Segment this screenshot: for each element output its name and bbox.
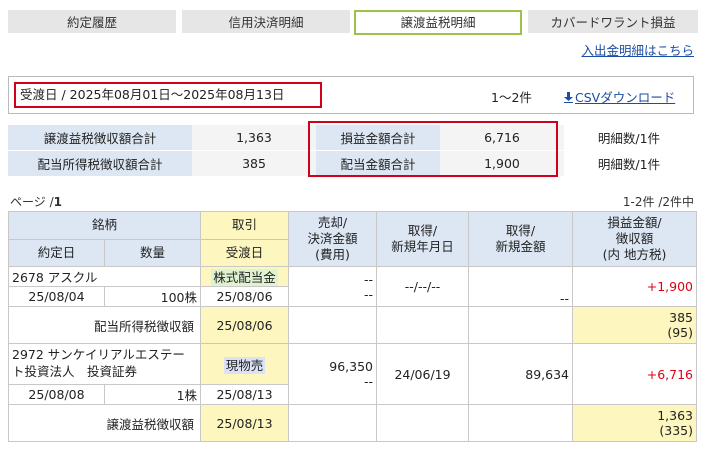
page-number: 1 — [53, 195, 62, 209]
tax-amount: 385 (95) — [572, 306, 698, 344]
header-acq-amount: 取得/新規金額 — [468, 211, 574, 267]
header-meigara: 銘柄 — [7, 211, 202, 240]
acq-date: --/--/-- — [376, 266, 470, 307]
csv-download-label: CSVダウンロード — [575, 90, 676, 105]
summary-detail-count: 明細数/1件 — [564, 150, 694, 177]
settle-date: 25/08/06 — [200, 286, 290, 307]
empty-cell — [376, 306, 470, 344]
tab-execution-history[interactable]: 約定履歴 — [8, 10, 176, 33]
empty-cell — [468, 404, 574, 442]
period-range: 受渡日 / 2025年08月01日～2025年08月13日 — [14, 82, 322, 108]
tab-bar: 約定履歴 信用決済明細 譲渡益税明細 カバードワラント損益 — [8, 10, 698, 35]
tax-date: 25/08/06 — [200, 306, 290, 344]
security-name: 2678 アスクル — [7, 266, 202, 287]
summary-label: 譲渡益税徴収額合計 — [8, 124, 192, 151]
trade-date: 25/08/08 — [8, 384, 105, 405]
profit-amount: +1,900 — [572, 266, 698, 307]
table-row: 2972 サンケイリアルエステー ト投資法人 投資証券 現物売 96,350 -- … — [7, 343, 698, 405]
header-settle-date: 受渡日 — [200, 239, 290, 267]
header-torihiki: 取引 — [200, 211, 290, 240]
table-row: 2678 アスクル 株式配当金 -- -- --/--/-- -- +1,900 — [7, 266, 698, 307]
header-line: 新規年月日 — [391, 239, 454, 254]
detail-table: 銘柄 取引 売却/決済金額 (費用) 取得/新規年月日 取得/新規金額 損益金額/… — [7, 211, 698, 442]
header-line: 決済金額 — [307, 230, 358, 246]
result-count: 1～2件 — [491, 90, 532, 105]
header-profit: 損益金額/徴収額 (内 地方税) — [572, 211, 698, 267]
download-arrow-icon — [564, 92, 573, 103]
trade-type: 株式配当金 — [200, 266, 290, 287]
header-acq-date: 取得/新規年月日 — [376, 211, 470, 267]
tax-row: 配当所得税徴収額 25/08/06 385 (95) — [7, 306, 698, 344]
tax-local-value: (95) — [667, 325, 694, 340]
tax-date: 25/08/13 — [200, 404, 290, 442]
quantity: 1株 — [103, 384, 202, 405]
header-line: 徴収額 — [615, 230, 654, 246]
acq-amount: 89,634 — [468, 343, 574, 405]
empty-cell — [376, 404, 470, 442]
tax-label: 配当所得税徴収額 — [7, 306, 202, 344]
trade-type: 現物売 — [200, 343, 290, 385]
security-name-line: 2972 サンケイリアルエステー — [12, 347, 185, 363]
header-line: 売却/ — [317, 214, 348, 230]
header-line: (内 地方税) — [602, 247, 667, 263]
tax-amount-value: 385 — [669, 310, 694, 325]
header-line: (費用) — [315, 247, 350, 263]
header-line: 取得/ — [407, 222, 438, 238]
empty-cell — [468, 306, 574, 344]
header-quantity: 数量 — [103, 239, 202, 267]
empty-cell — [288, 404, 378, 442]
highlight-box — [308, 121, 558, 177]
quantity: 100株 — [103, 286, 202, 307]
security-name: 2972 サンケイリアルエステー ト投資法人 投資証券 — [7, 343, 202, 385]
header-sale-amount: 売却/決済金額 (費用) — [288, 211, 378, 267]
trade-type-badge: 現物売 — [223, 356, 266, 374]
page-indicator: ページ /1 — [10, 193, 62, 210]
profit-amount: +6,716 — [572, 343, 698, 405]
sale-amount: -- -- — [288, 266, 378, 307]
tax-label: 譲渡益税徴収額 — [7, 404, 202, 442]
empty-cell — [288, 306, 378, 344]
tax-amount: 1,363 (335) — [572, 404, 698, 442]
tab-covered-warrant[interactable]: カバードワラント損益 — [528, 10, 698, 33]
acq-date: 24/06/19 — [376, 343, 470, 405]
summary-label: 配当所得税徴収額合計 — [8, 150, 192, 177]
deposit-history-link[interactable]: 入出金明細はこちら — [581, 40, 694, 59]
header-line: 損益金額/ — [607, 214, 662, 230]
tax-row: 譲渡益税徴収額 25/08/13 1,363 (335) — [7, 404, 698, 442]
summary-detail-count: 明細数/1件 — [564, 124, 694, 151]
sale-amount-value: 96,350 — [329, 359, 374, 374]
security-name-line: ト投資法人 投資証券 — [12, 364, 138, 379]
sale-cost-value: -- — [363, 374, 374, 389]
csv-download-link[interactable]: CSVダウンロード — [564, 87, 675, 106]
tax-amount-value: 1,363 — [657, 408, 694, 423]
sale-amount: 96,350 -- — [288, 343, 378, 405]
settle-date: 25/08/13 — [200, 384, 290, 405]
trade-date: 25/08/04 — [8, 286, 105, 307]
sale-cost-value: -- — [363, 286, 374, 302]
summary-value: 385 — [192, 150, 316, 177]
page-label: ページ / — [10, 195, 54, 209]
period-bar: 受渡日 / 2025年08月01日～2025年08月13日 1～2件 CSVダウ… — [8, 76, 694, 114]
header-trade-date: 約定日 — [8, 239, 105, 267]
summary-value: 1,363 — [192, 124, 316, 151]
acq-amount: -- — [468, 266, 574, 307]
sale-amount-value: -- — [363, 271, 374, 287]
page-range: 1-2件 /2件中 — [622, 195, 694, 209]
header-line: 新規金額 — [495, 239, 546, 254]
tab-capital-gains-tax[interactable]: 譲渡益税明細 — [354, 10, 522, 35]
header-line: 取得/ — [505, 222, 536, 238]
tax-local-value: (335) — [659, 423, 694, 438]
trade-type-badge: 株式配当金 — [211, 269, 278, 286]
tab-margin-settlement[interactable]: 信用決済明細 — [182, 10, 350, 33]
